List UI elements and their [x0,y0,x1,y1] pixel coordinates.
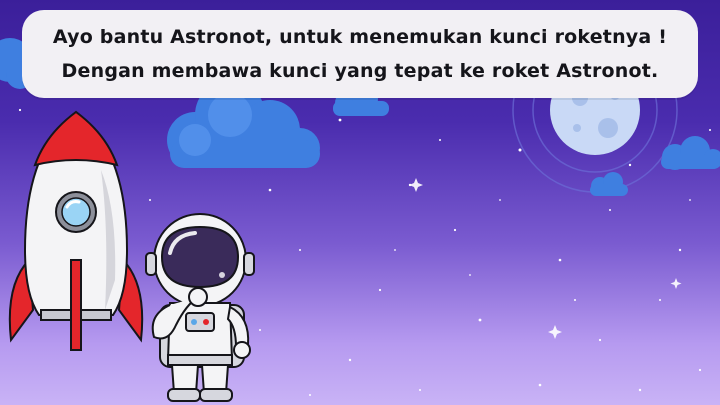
cloud-icon [590,172,628,196]
star-icon [670,278,682,289]
cloud-icon [661,136,720,170]
game-scene: Ayo bantu Astronot, untuk menemukan kunc… [0,0,720,405]
instruction-line-1: Ayo bantu Astronot, untuk menemukan kunc… [52,26,668,48]
astronaut-icon[interactable] [140,205,260,405]
star-icon [548,325,562,339]
star-icon [409,178,423,192]
instruction-line-2: Dengan membawa kunci yang tepat ke roket… [61,60,659,82]
rocket-icon[interactable] [5,110,150,355]
instruction-box: Ayo bantu Astronot, untuk menemukan kunc… [22,10,698,98]
